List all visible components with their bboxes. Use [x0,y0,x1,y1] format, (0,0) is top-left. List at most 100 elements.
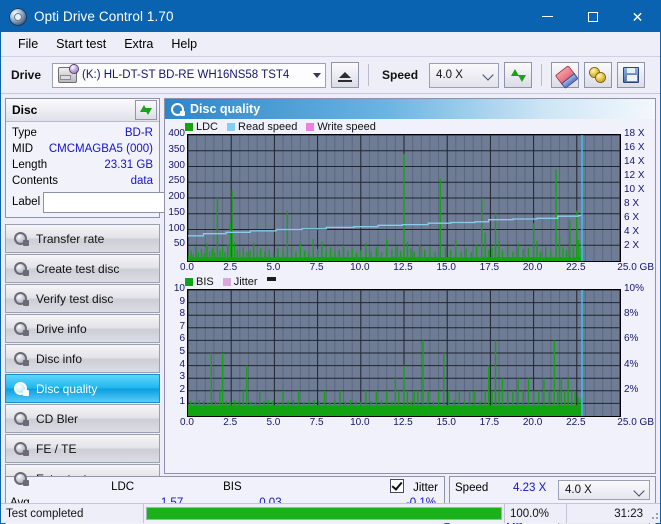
maximize-button[interactable] [570,1,615,32]
disc-value: CMCMAGBA5 (000) [48,143,153,155]
axis-tick-label: 5.0 [266,262,281,273]
axis-tick-label: 17.5 [479,262,500,273]
disc-info-panel: Disc Type BD-R MID CMCMAGBA5 (000) Lengt… [5,98,218,218]
minimize-button[interactable] [525,1,570,32]
ldc-chart-block: LDC Read speed Write speed 400 350 300 250 2… [165,120,655,275]
maximize-icon [587,11,598,22]
disc-panel-header: Disc [6,99,159,122]
axis-tick-label: 16 X [624,142,645,153]
drive-select-value: (K:) HL-DT-ST BD-RE WH16NS58 TST4 [82,69,290,81]
speed-select-value: 4.0 X [436,69,463,81]
axis-tick-label: 3 [179,371,185,383]
drive-select[interactable]: (K:) HL-DT-ST BD-RE WH16NS58 TST4 [52,62,327,88]
erase-button[interactable] [551,62,580,88]
sidebar-item-verify-test-disc[interactable]: Verify test disc [5,284,160,313]
ldc-y2-axis: 18 X 16 X 14 X 12 X 10 X 8 X 6 X 4 X 2 X [621,129,655,260]
sidebar-item-disc-quality[interactable]: Disc quality [5,374,160,403]
drive-icon [58,65,79,83]
sidebar: Disc Type BD-R MID CMCMAGBA5 (000) Lengt… [5,98,218,509]
disc-label-key: Label [12,196,41,208]
sidebar-item-create-test-disc[interactable]: Create test disc [5,254,160,283]
menu-file[interactable]: File [9,34,47,54]
speed-select[interactable]: 4.0 X [429,62,500,88]
bis-y-axis: 10 9 8 7 6 5 4 3 2 1 [165,284,187,415]
speed-label: Speed [382,68,419,82]
sidebar-item-disc-info[interactable]: Disc info [5,344,160,373]
menu-help[interactable]: Help [162,34,206,54]
ldc-y-axis: 400 350 300 250 200 150 100 50 [165,129,187,260]
progress-fill [147,508,501,519]
axis-tick-label: 9 [179,295,185,307]
sidebar-item-label: Disc info [36,351,83,366]
axis-tick-label: 10 X [624,184,645,195]
window-controls: ✕ [525,1,660,32]
disc-icon [13,261,29,276]
disc-row-length: Length 23.31 GB [12,157,153,173]
disc-row-mid: MID CMCMAGBA5 (000) [12,141,153,157]
progress-bar [144,504,504,523]
axis-tick-label: 17.5 [479,417,500,428]
bis-y2-axis: 10% 8% 6% 4% 2% [621,284,655,415]
window-title: Opti Drive Control 1.70 [34,9,174,24]
disc-row-contents: Contents data [12,173,153,189]
chevron-down-icon [313,73,322,78]
axis-tick-label: 6% [624,333,639,345]
legend-swatch-icon [222,278,231,286]
legend-label: Read speed [238,121,298,133]
axis-unit-label: 25.0 GB [617,417,654,428]
axis-tick-label: 4 X [624,226,640,237]
axis-tick-label: 12.5 [393,262,413,273]
bis-x-axis: 0.0 2.5 5.0 7.5 10.0 12.5 15.0 17.5 20.0 22.5 25.0… [165,417,655,430]
test-speed-select[interactable]: 4.0 X [558,480,650,501]
sidebar-item-cd-bler[interactable]: CD Bler [5,404,160,433]
axis-tick-label: 12 X [624,170,645,181]
app-window: Opti Drive Control 1.70 ✕ File Start tes… [0,0,661,524]
readout-speed: Speed 4.23 X [455,480,552,496]
refresh-button[interactable] [504,62,533,88]
disc-tools-button[interactable] [584,62,613,88]
menu-extra[interactable]: Extra [115,34,162,54]
jitter-checkbox[interactable] [389,479,404,493]
menu-start-test[interactable]: Start test [47,34,115,54]
axis-tick-label: 8% [624,308,639,320]
table-header-row: LDC BIS Jitter [10,479,440,496]
gold-discs-icon [589,67,607,83]
disc-value: BD-R [124,127,153,139]
axis-tick-label: 1 [179,396,185,408]
app-disc-icon [9,7,27,26]
sidebar-item-fe-te[interactable]: FE / TE [5,434,160,463]
body: Disc Type BD-R MID CMCMAGBA5 (000) Lengt… [1,94,660,509]
legend-swatch-icon [185,278,193,286]
save-button[interactable] [617,62,646,88]
bis-plot-row: 10 9 8 7 6 5 4 3 2 1 10% 8% 6% 4% 2% [165,284,655,417]
sidebar-item-label: Verify test disc [36,291,114,306]
col-header-bis: BIS [223,481,242,493]
sidebar-item-drive-info[interactable]: Drive info [5,314,160,343]
close-button[interactable]: ✕ [615,1,660,32]
legend-label: BIS [196,276,214,288]
axis-tick-label: 250 [168,175,185,187]
axis-tick-label: 50 [173,238,185,250]
ldc-plot-row: 400 350 300 250 200 150 100 50 18 X 16 X 14 X 12 X… [165,129,655,262]
sidebar-item-transfer-rate[interactable]: Transfer rate [5,224,160,253]
legend-item-jitter: Jitter [222,276,258,288]
refresh-icon [140,104,152,116]
disc-key: Type [12,127,37,139]
axis-tick-label: 7 [179,320,185,332]
axis-tick-label: 400 [168,128,185,139]
chevron-down-icon [633,485,645,497]
disc-refresh-button[interactable] [135,100,157,120]
disc-key: Length [12,159,48,171]
sidebar-item-label: FE / TE [36,441,77,456]
resize-grip-icon[interactable] [648,509,658,519]
disc-value: 23.31 GB [104,159,153,171]
ldc-chart-svg [188,135,620,261]
axis-tick-label: 10 [173,283,185,294]
progress-percent: 100.0% [504,504,566,523]
axis-tick-label: 5 [179,346,185,357]
status-bar: Test completed 100.0% 31:23 [1,503,660,523]
menu-bar: File Start test Extra Help [1,32,660,57]
disc-label-row: Label [12,191,218,213]
eject-button[interactable] [331,62,360,88]
legend-item-bis: BIS [185,276,214,288]
